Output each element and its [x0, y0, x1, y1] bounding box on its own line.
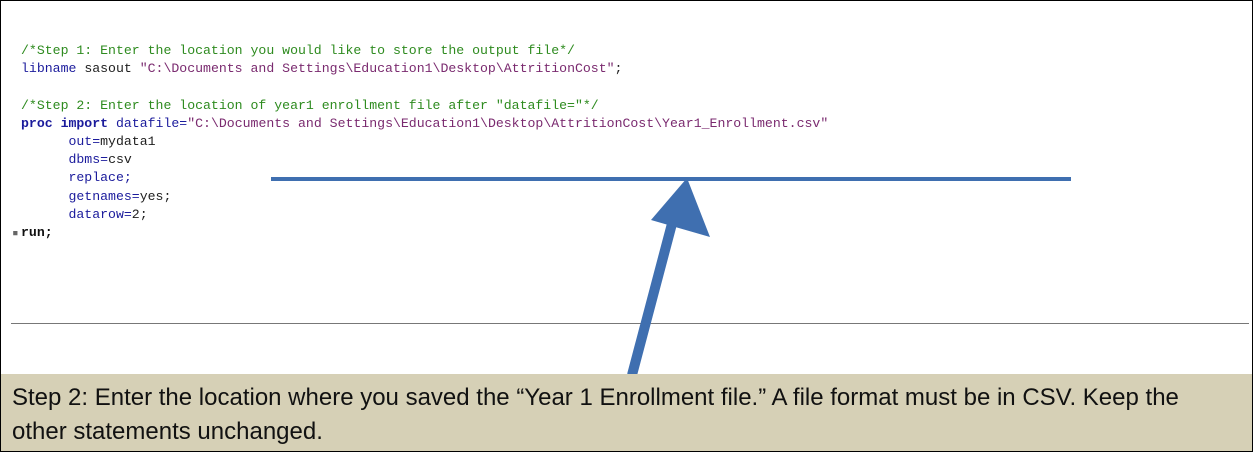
- code-token: mydata1: [100, 133, 156, 149]
- code-token: replace;: [68, 170, 132, 186]
- code-token: /*Step 2: Enter the location of year1 en…: [21, 97, 599, 113]
- code-token: dbms=: [68, 152, 109, 168]
- code-token: ;: [614, 61, 623, 77]
- code-token: yes;: [139, 188, 172, 204]
- sas-code-editor[interactable]: ▪ /*Step 1: Enter the location you would…: [11, 17, 1249, 324]
- code-line: proc import datafile="C:\Documents and S…: [21, 115, 828, 133]
- code-token: getnames=: [68, 188, 140, 204]
- code-token: libname: [21, 61, 77, 77]
- code-token: 2;: [131, 206, 148, 222]
- code-line: getnames=yes;: [21, 188, 828, 206]
- screenshot-frame: ▪ /*Step 1: Enter the location you would…: [0, 0, 1253, 452]
- code-token: "C:\Documents and Settings\Education1\De…: [187, 115, 829, 131]
- code-line: /*Step 2: Enter the location of year1 en…: [21, 97, 828, 115]
- code-line: /*Step 1: Enter the location you would l…: [21, 42, 828, 60]
- code-token: proc import: [21, 115, 109, 131]
- code-line: replace;: [21, 169, 828, 187]
- code-token: out=: [68, 133, 101, 149]
- fold-marker-icon: ▪: [12, 226, 19, 239]
- instruction-text: Step 2: Enter the location where you sav…: [12, 384, 1179, 445]
- code-line: libname sasout "C:\Documents and Setting…: [21, 60, 828, 78]
- code-token: sasout: [76, 61, 140, 77]
- code-line: datarow=2;: [21, 206, 828, 224]
- code-token: csv: [108, 152, 132, 168]
- instruction-callout: Step 2: Enter the location where you sav…: [1, 374, 1252, 451]
- code-block[interactable]: /*Step 1: Enter the location you would l…: [21, 42, 828, 242]
- code-token: run;: [21, 224, 53, 240]
- code-line: out=mydata1: [21, 133, 828, 151]
- code-token: /*Step 1: Enter the location you would l…: [21, 43, 575, 58]
- code-token: "C:\Documents and Settings\Education1\De…: [139, 61, 615, 77]
- code-token: datafile=: [115, 115, 188, 131]
- code-token: datarow=: [68, 206, 132, 222]
- code-line: dbms=csv: [21, 151, 828, 169]
- code-line: run;: [21, 224, 828, 242]
